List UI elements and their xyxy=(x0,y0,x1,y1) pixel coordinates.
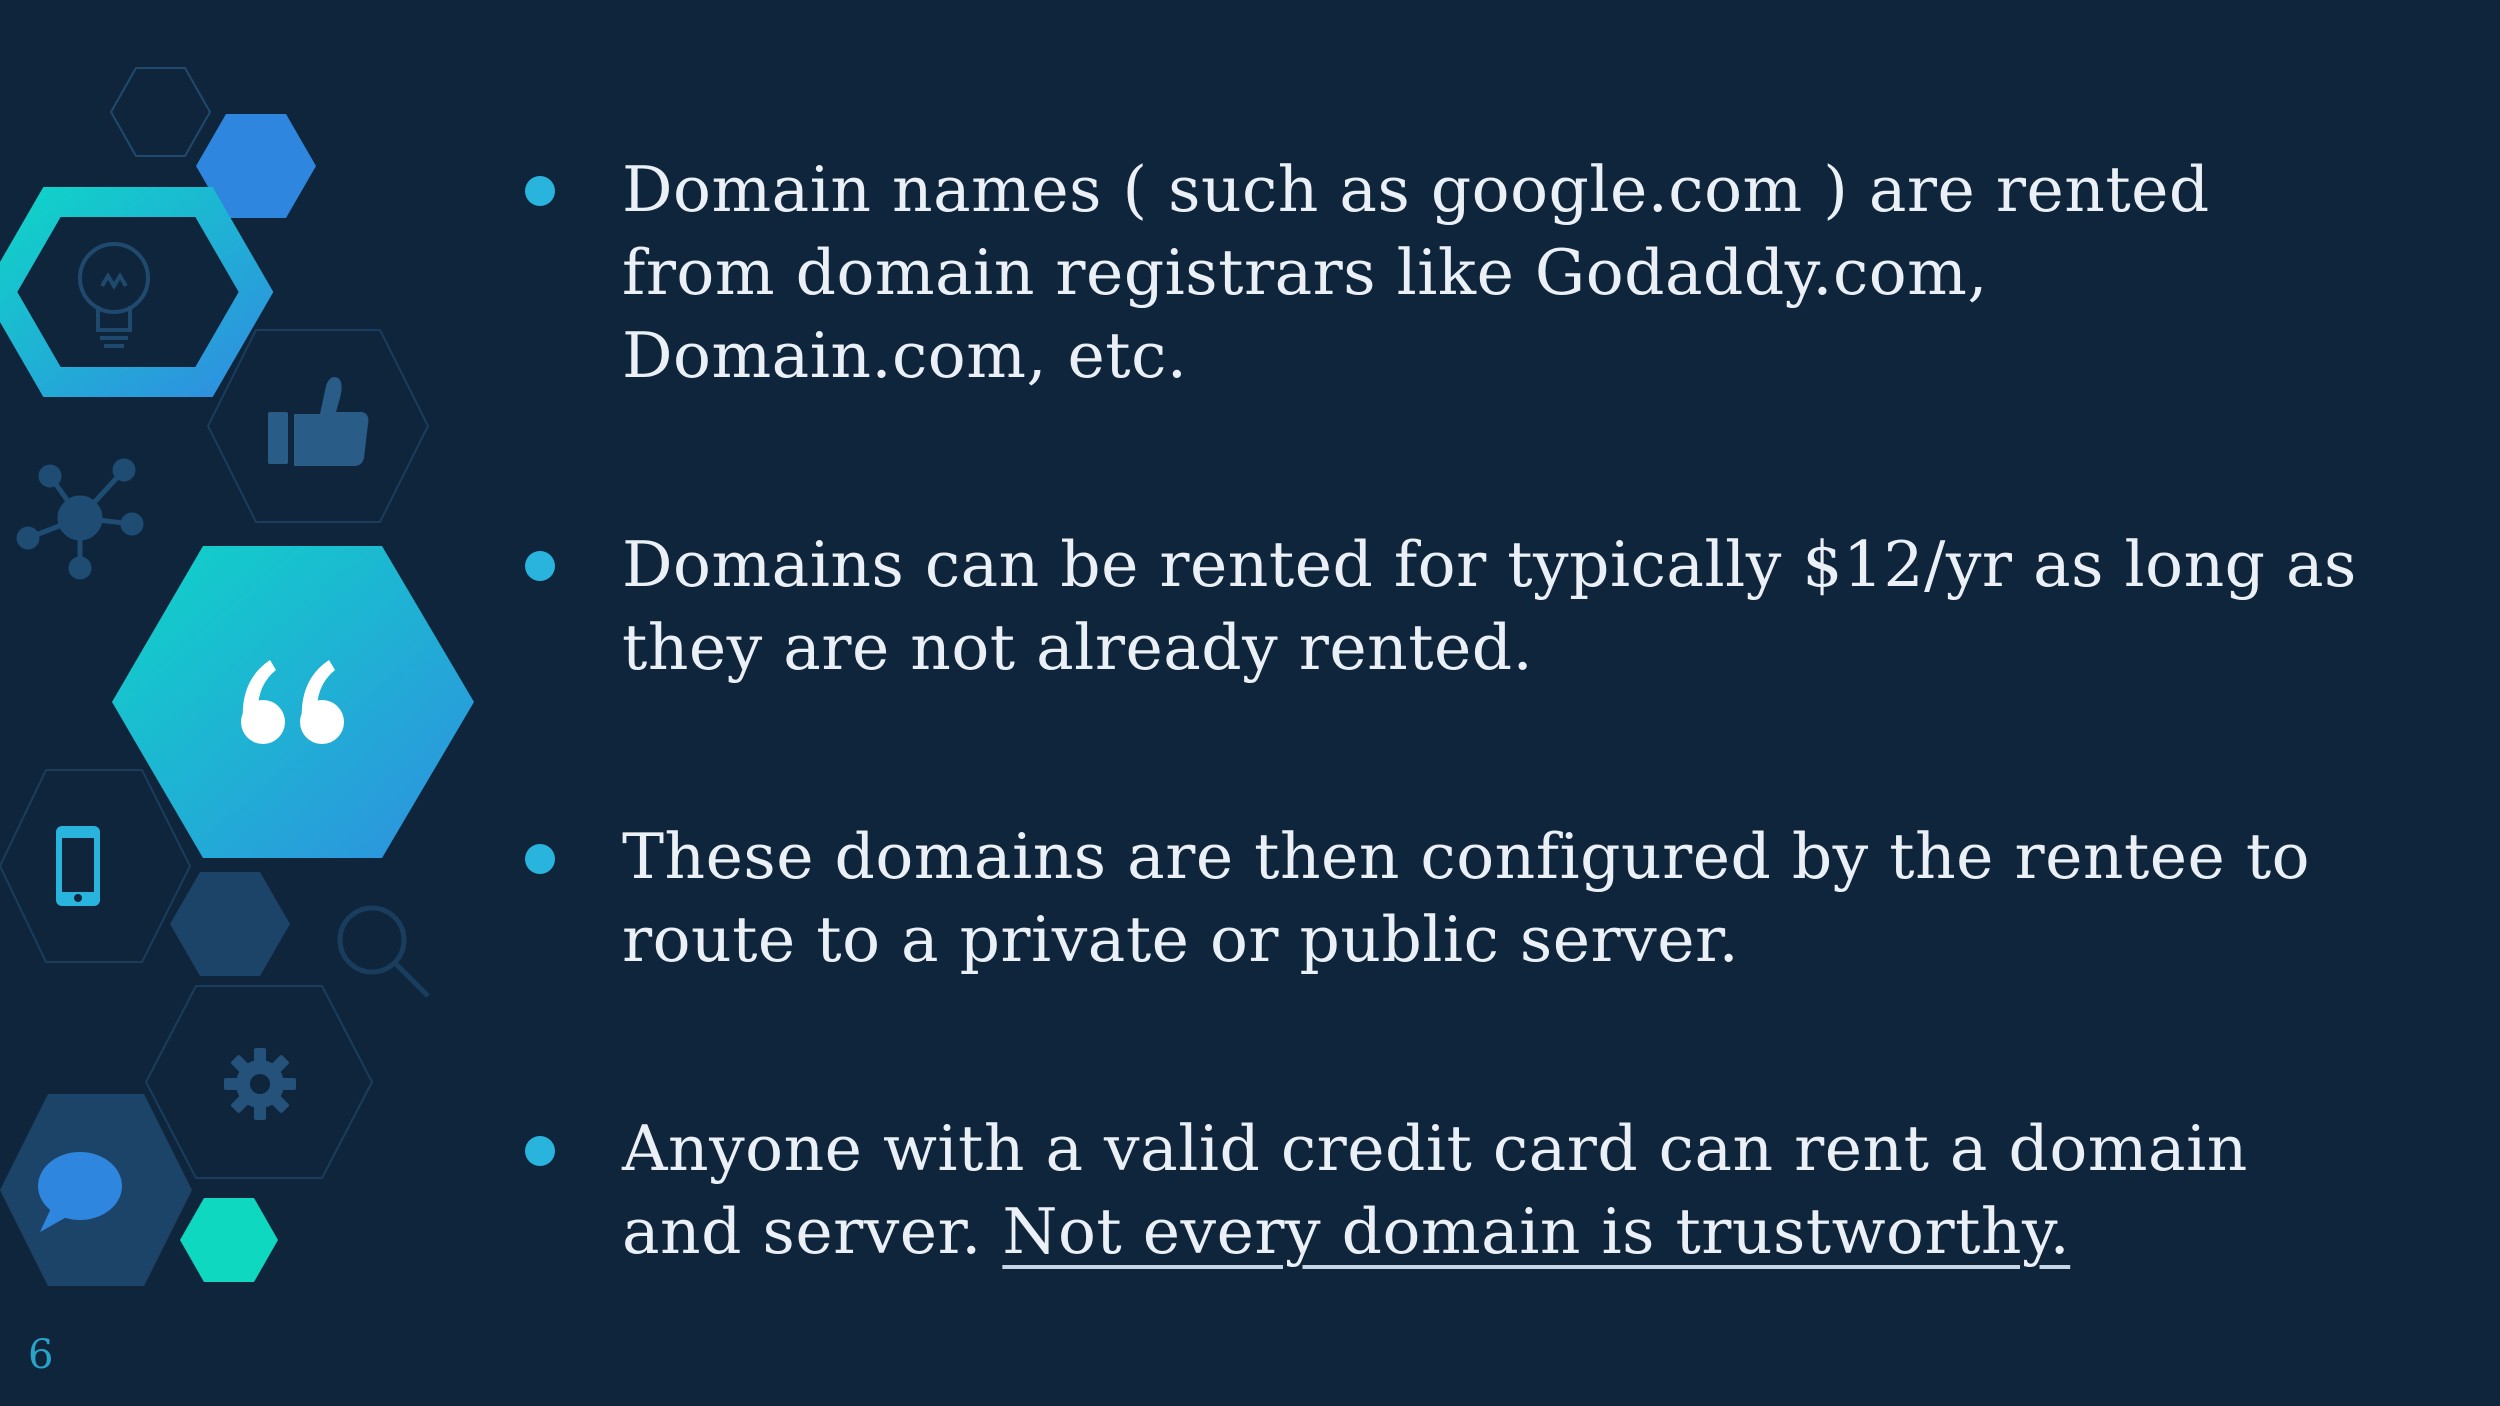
teal-small-hexagon xyxy=(180,1198,278,1282)
thumbs-up-icon xyxy=(268,377,369,466)
bullet-text: These domains are then configured by the… xyxy=(622,820,2311,976)
navy-hexagon xyxy=(170,872,290,976)
network-icon xyxy=(16,458,144,580)
bullet-text-with-emphasis: Anyone with a valid credit card can rent… xyxy=(622,1107,2482,1273)
bullet-dot xyxy=(525,176,555,206)
bullet-dot xyxy=(525,551,555,581)
bullet-dot xyxy=(525,1136,555,1166)
magnifier-icon xyxy=(337,905,430,998)
slide: Domain names ( such as google.com ) are … xyxy=(0,0,2500,1406)
bullet-text: Domain names ( such as google.com ) are … xyxy=(622,153,2210,392)
hexagon-decoration xyxy=(0,67,474,1286)
smartphone-icon xyxy=(56,826,100,906)
gear-icon xyxy=(224,1048,296,1120)
page-number: 6 xyxy=(28,1332,54,1378)
bullet-text: Domains can be rented for typically $12/… xyxy=(622,528,2357,684)
teal-ring-hexagon xyxy=(0,187,274,397)
quote-hexagon xyxy=(112,546,474,858)
outline-hexagon xyxy=(109,67,212,157)
bullet-dot xyxy=(525,844,555,874)
emphasis-text: Not every domain is trustworthy. xyxy=(1002,1195,2071,1268)
lightbulb-icon xyxy=(78,242,150,348)
